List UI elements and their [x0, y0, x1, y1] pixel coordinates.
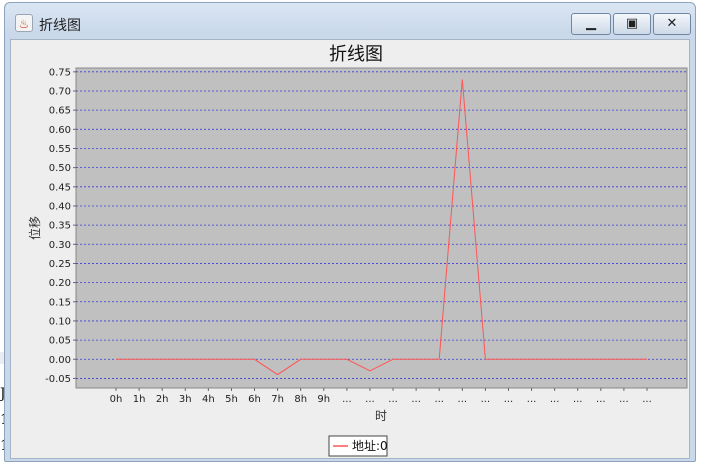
- x-axis-label: 时: [375, 409, 387, 423]
- y-tick-label: 0.10: [49, 316, 71, 327]
- x-tick-label: 1h: [133, 394, 146, 405]
- x-tick-label: ...: [642, 394, 652, 405]
- x-tick-label: 7h: [271, 394, 284, 405]
- x-tick-label: 2h: [156, 394, 169, 405]
- chart-window: ♨ 折线图 ▁ ▣ ✕ 折线图 -0.05 0.00 0.05 0.10 0.15 0.2…: [4, 2, 696, 462]
- y-tick-label: 0.65: [49, 106, 71, 117]
- legend: 地址:0: [328, 435, 388, 457]
- x-tick-label: 3h: [179, 394, 192, 405]
- x-axis: 0h 1h 2h 3h 4h 5h 6h 7h 8h 9h....................…: [110, 388, 652, 405]
- y-tick-label: 0.40: [49, 201, 71, 212]
- window-title: 折线图: [39, 18, 81, 34]
- x-tick-label: ...: [481, 394, 491, 405]
- chart-panel: 折线图 -0.05 0.00 0.05 0.10 0.15 0.20 0.25 0.30 0.3…: [10, 39, 690, 459]
- close-button[interactable]: ✕: [653, 13, 691, 35]
- x-tick-label: 0h: [110, 394, 123, 405]
- x-tick-label: ...: [342, 394, 352, 405]
- y-tick-label: 0.20: [49, 278, 71, 289]
- title-bar[interactable]: ♨ 折线图 ▁ ▣ ✕: [5, 3, 695, 39]
- y-axis-label: 位移: [27, 216, 42, 240]
- chart-title: 折线图: [329, 44, 383, 65]
- x-tick-label: 6h: [248, 394, 261, 405]
- x-tick-label: ...: [573, 394, 583, 405]
- y-tick-label: -0.05: [45, 374, 71, 385]
- x-tick-label: 8h: [294, 394, 307, 405]
- x-tick-label: ...: [504, 394, 514, 405]
- minimize-button[interactable]: ▁: [571, 13, 611, 35]
- x-tick-label: ...: [365, 394, 375, 405]
- y-tick-label: 0.35: [49, 221, 71, 232]
- x-tick-label: ...: [619, 394, 629, 405]
- y-tick-label: 0.55: [49, 144, 71, 155]
- y-tick-label: 0.25: [49, 259, 71, 270]
- x-tick-label: ...: [550, 394, 560, 405]
- x-tick-label: ...: [411, 394, 421, 405]
- y-axis: -0.05 0.00 0.05 0.10 0.15 0.20 0.25 0.30 0.35 0.4…: [45, 67, 76, 385]
- x-tick-label: 9h: [317, 394, 330, 405]
- y-tick-label: 0.60: [49, 125, 71, 136]
- y-tick-label: 0.00: [49, 355, 71, 366]
- y-tick-label: 0.05: [49, 336, 71, 347]
- y-tick-label: 0.45: [49, 182, 71, 193]
- y-tick-label: 0.70: [49, 86, 71, 97]
- y-tick-label: 0.50: [49, 163, 71, 174]
- x-tick-label: ...: [458, 394, 468, 405]
- x-tick-label: 5h: [225, 394, 238, 405]
- x-tick-label: ...: [527, 394, 537, 405]
- java-cup-icon: ♨: [15, 14, 33, 32]
- y-tick-label: 0.75: [49, 67, 71, 78]
- y-tick-label: 0.15: [49, 297, 71, 308]
- x-tick-label: 4h: [202, 394, 215, 405]
- maximize-button[interactable]: ▣: [613, 13, 651, 35]
- line-chart: 折线图 -0.05 0.00 0.05 0.10 0.15 0.20 0.25 0.30 0.3…: [27, 44, 688, 457]
- y-tick-label: 0.30: [49, 240, 71, 251]
- x-tick-label: ...: [388, 394, 398, 405]
- x-tick-label: ...: [434, 394, 444, 405]
- legend-label: 地址:0: [352, 439, 388, 453]
- x-tick-label: ...: [596, 394, 606, 405]
